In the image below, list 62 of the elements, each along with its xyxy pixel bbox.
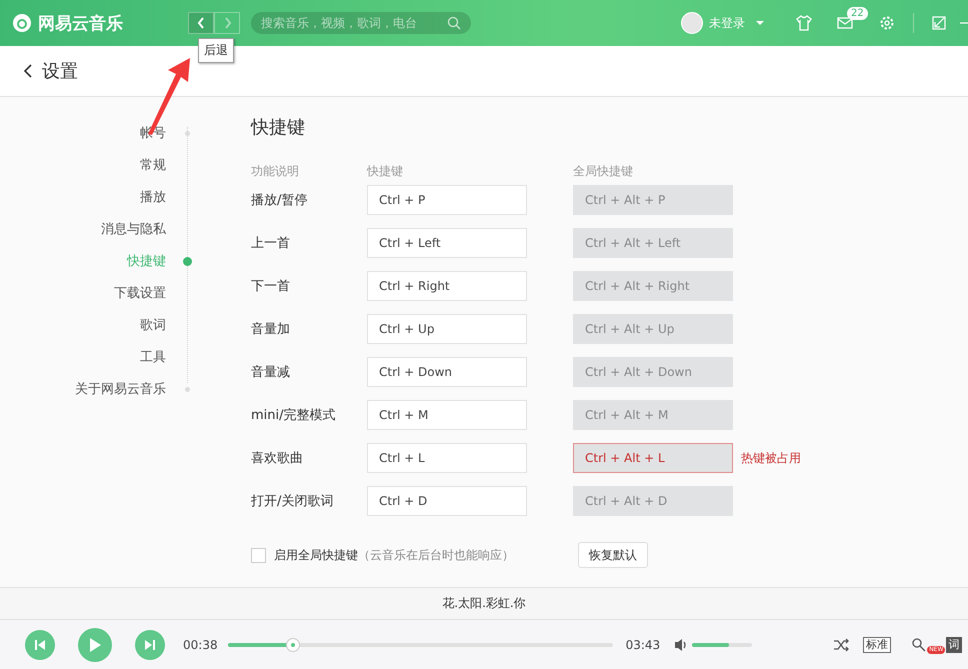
- shuffle-icon[interactable]: [833, 636, 850, 652]
- checkbox-label: 启用全局快捷键（云音乐在后台时也能响应）: [274, 546, 515, 564]
- song-title: 花.太阳.彩虹.你: [442, 595, 526, 612]
- function-label: 音量减: [251, 364, 291, 381]
- hotkey-field[interactable]: Ctrl + D: [367, 486, 527, 516]
- mail-count-badge: 22: [847, 7, 868, 20]
- function-label: 喜欢歌曲: [251, 450, 304, 467]
- hotkey-field[interactable]: Ctrl + Left: [367, 228, 527, 258]
- next-button[interactable]: [135, 630, 165, 660]
- quality-button[interactable]: 标准: [863, 636, 892, 652]
- total-time: 03:43: [626, 638, 660, 652]
- function-label: 下一首: [251, 278, 291, 295]
- play-button[interactable]: [78, 628, 112, 662]
- mini-mode-icon[interactable]: [932, 16, 946, 30]
- sidebar-item[interactable]: 工具: [140, 348, 166, 366]
- column-header: 功能说明: [251, 163, 300, 180]
- next-icon: [144, 638, 156, 650]
- page-title: 设置: [42, 60, 78, 83]
- back-button[interactable]: [188, 12, 214, 34]
- checkbox[interactable]: [251, 548, 266, 562]
- reset-button[interactable]: 恢复默认: [578, 542, 648, 568]
- avatar[interactable]: [681, 12, 703, 34]
- previous-button[interactable]: [25, 630, 55, 660]
- shirt-icon[interactable]: [795, 14, 813, 32]
- caret-icon: [755, 19, 765, 27]
- column-header: 全局快捷键: [573, 163, 634, 180]
- hotkey-field[interactable]: Ctrl + Up: [367, 314, 527, 344]
- global-hotkey-field[interactable]: Ctrl + Alt + L: [573, 443, 733, 473]
- sidebar-item[interactable]: 播放: [140, 188, 166, 206]
- hotkey-field[interactable]: Ctrl + M: [367, 400, 527, 430]
- mail-icon[interactable]: [837, 15, 853, 31]
- elapsed-time: 00:38: [183, 638, 218, 652]
- sidebar-item[interactable]: 下载设置: [114, 284, 166, 302]
- play-icon: [88, 636, 102, 652]
- sidebar-item[interactable]: 关于网易云音乐: [75, 380, 166, 398]
- volume-icon[interactable]: [674, 636, 688, 652]
- function-label: 上一首: [251, 235, 291, 252]
- sidebar-item[interactable]: 歌词: [140, 316, 166, 334]
- settings-icon[interactable]: [879, 15, 895, 31]
- function-label: 播放/暂停: [251, 192, 308, 209]
- hotkey-field[interactable]: Ctrl + Right: [367, 271, 527, 301]
- track-dot: [185, 386, 190, 392]
- function-label: 打开/关闭歌词: [251, 493, 334, 510]
- logo-icon: [12, 13, 32, 33]
- sidebar-item[interactable]: 常规: [140, 156, 166, 174]
- app-name: 网易云音乐: [38, 12, 123, 34]
- previous-icon: [34, 638, 46, 650]
- hotkey-field[interactable]: Ctrl + L: [367, 443, 527, 473]
- search-field[interactable]: 搜索音乐，视频，歌词，电台: [251, 12, 471, 34]
- conflict-warning: 热键被占用: [741, 450, 802, 466]
- progress-handle[interactable]: [286, 638, 300, 652]
- search-icon: [447, 16, 461, 30]
- section-title: 快捷键: [251, 116, 306, 139]
- active-dot: [183, 256, 192, 266]
- sidebar-item[interactable]: 消息与隐私: [101, 220, 166, 238]
- lyrics-button[interactable]: 词: [946, 636, 962, 652]
- function-label: mini/完整模式: [251, 407, 337, 424]
- tooltip: 后退: [198, 38, 234, 63]
- column-header: 快捷键: [367, 163, 404, 180]
- hotkey-field[interactable]: Ctrl + Down: [367, 357, 527, 387]
- function-label: 音量加: [251, 321, 291, 338]
- hotkey-field[interactable]: Ctrl + P: [367, 185, 527, 215]
